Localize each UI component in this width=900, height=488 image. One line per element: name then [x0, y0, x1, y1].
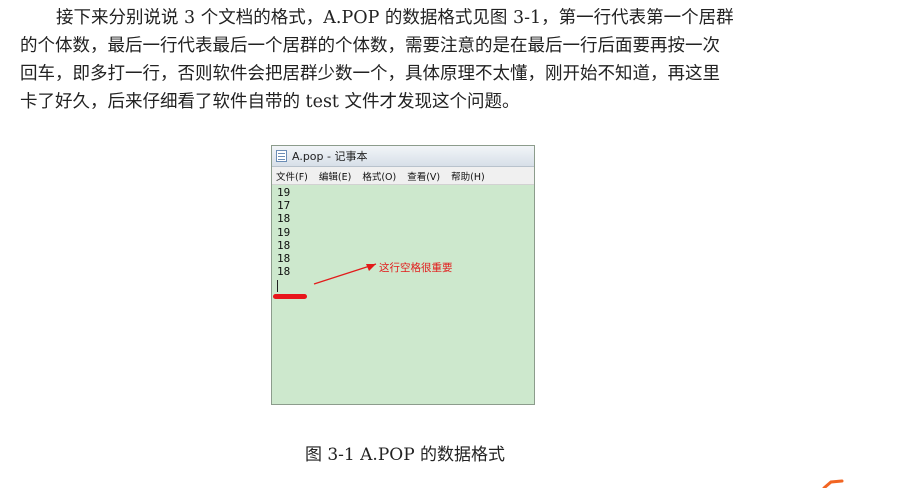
paragraph-line: 回车，即多打一行，否则软件会把居群少数一个，具体原理不太懂，刚开始不知道，再这里	[20, 64, 720, 84]
notepad-titlebar: A.pop - 记事本	[272, 146, 534, 167]
notepad-screenshot: A.pop - 记事本 文件(F) 编辑(E) 格式(O) 查看(V) 帮助(H…	[271, 145, 535, 405]
menu-file[interactable]: 文件(F)	[276, 169, 308, 183]
red-highlight-mark	[273, 294, 307, 299]
corner-logo-icon	[822, 479, 844, 488]
data-line: 19	[277, 225, 291, 239]
paragraph-line: 接下来分别说说 3 个文档的格式，A.POP 的数据格式见图 3-1，第一行代表…	[56, 8, 734, 28]
menu-format[interactable]: 格式(O)	[362, 169, 396, 183]
menu-help[interactable]: 帮助(H)	[451, 169, 485, 183]
menu-edit[interactable]: 编辑(E)	[319, 169, 351, 183]
red-arrow-icon	[313, 263, 377, 285]
data-line: 18	[277, 212, 291, 226]
notepad-menubar: 文件(F) 编辑(E) 格式(O) 查看(V) 帮助(H)	[272, 167, 534, 185]
notepad-title: A.pop - 记事本	[292, 150, 368, 163]
paragraph-line: 的个体数，最后一行代表最后一个居群的个体数，需要注意的是在最后一行后面要再按一次	[20, 36, 720, 56]
menu-view[interactable]: 查看(V)	[407, 169, 440, 183]
data-line: 17	[277, 199, 291, 213]
data-line: 18	[277, 238, 291, 252]
notepad-icon	[276, 150, 287, 162]
data-line: 19	[277, 186, 291, 199]
paragraph-line: 卡了好久，后来仔细看了软件自带的 test 文件才发现这个问题。	[20, 92, 520, 112]
annotation-text: 这行空格很重要	[379, 262, 453, 274]
figure-caption: 图 3-1 A.POP 的数据格式	[304, 445, 506, 465]
text-cursor	[277, 280, 278, 292]
